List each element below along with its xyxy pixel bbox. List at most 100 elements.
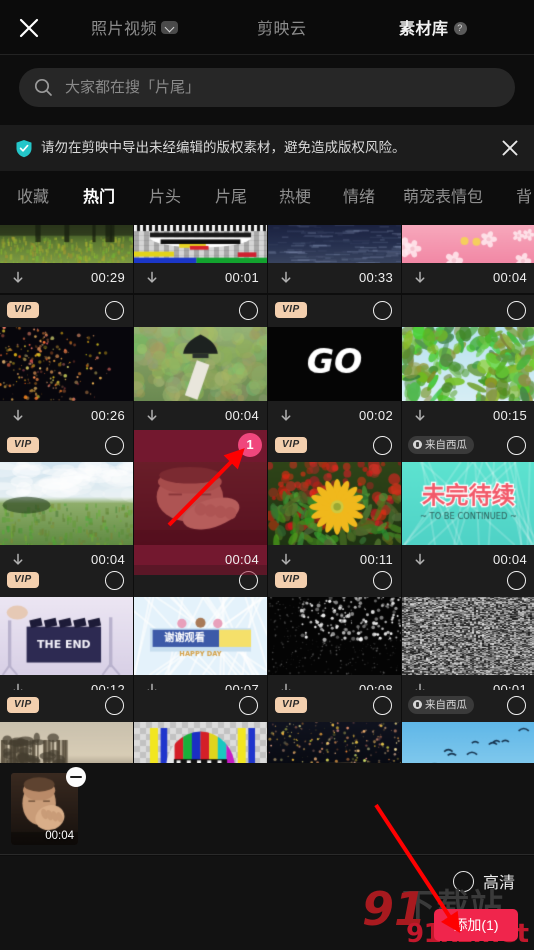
- category-tab-bar[interactable]: 收藏 热门 片头 片尾 热梗 情绪 萌宠表情包 背: [0, 171, 534, 225]
- material-cell[interactable]: VIP 00:11: [268, 430, 401, 575]
- cell-thumbnail[interactable]: [134, 225, 267, 263]
- cell-thumbnail[interactable]: [0, 327, 133, 401]
- material-cell[interactable]: VIP: [268, 690, 401, 763]
- cell-thumbnail[interactable]: [134, 597, 267, 675]
- duration-label: 00:26: [91, 407, 125, 424]
- category-tab-4[interactable]: 热梗: [279, 171, 311, 225]
- cell-thumbnail[interactable]: [0, 722, 133, 763]
- material-cell[interactable]: VIP 00:02: [268, 295, 401, 431]
- search-icon: [34, 78, 53, 102]
- select-checkbox[interactable]: [373, 571, 392, 590]
- download-icon[interactable]: [278, 270, 294, 286]
- material-cell[interactable]: 00:01: [134, 225, 267, 293]
- select-checkbox[interactable]: [507, 301, 526, 320]
- cell-thumbnail[interactable]: [402, 327, 534, 401]
- close-icon[interactable]: [14, 13, 44, 43]
- cell-thumbnail[interactable]: [268, 722, 401, 763]
- cell-thumbnail[interactable]: [268, 597, 401, 675]
- select-checkbox[interactable]: [239, 301, 258, 320]
- download-icon[interactable]: [10, 270, 26, 286]
- cell-thumbnail[interactable]: [0, 225, 133, 263]
- download-icon[interactable]: [278, 408, 294, 424]
- material-cell[interactable]: 来自西瓜 00:04: [402, 430, 534, 575]
- select-checkbox[interactable]: [507, 696, 526, 715]
- material-cell[interactable]: 00:04 1: [134, 430, 267, 575]
- cell-header: VIP: [0, 295, 133, 327]
- select-checkbox[interactable]: [105, 301, 124, 320]
- category-tab-5[interactable]: 情绪: [343, 171, 375, 225]
- select-checkbox[interactable]: [373, 696, 392, 715]
- cell-thumbnail[interactable]: [0, 462, 133, 545]
- material-cell[interactable]: VIP: [0, 690, 133, 763]
- cell-thumbnail[interactable]: [134, 722, 267, 763]
- cell-header: 来自西瓜: [402, 430, 534, 462]
- vip-badge: VIP: [275, 572, 307, 588]
- cell-thumbnail[interactable]: [134, 327, 267, 401]
- duration-label: 00:04: [225, 407, 259, 424]
- category-tab-1[interactable]: 热门: [83, 171, 115, 225]
- cell-thumbnail[interactable]: [402, 597, 534, 675]
- material-cell[interactable]: 来自西瓜: [402, 690, 534, 763]
- select-checkbox[interactable]: [105, 436, 124, 455]
- cell-thumbnail[interactable]: [134, 462, 267, 545]
- material-cell[interactable]: 00:01: [402, 565, 534, 705]
- cell-thumbnail[interactable]: [268, 327, 401, 401]
- download-icon[interactable]: [144, 408, 160, 424]
- material-cell[interactable]: VIP00:12: [0, 565, 133, 705]
- tab-material-library[interactable]: 素材库?: [399, 15, 467, 39]
- select-checkbox[interactable]: [507, 571, 526, 590]
- category-tab-3[interactable]: 片尾: [215, 171, 247, 225]
- download-icon[interactable]: [10, 408, 26, 424]
- category-tab-7[interactable]: 背: [516, 171, 532, 225]
- category-tab-label: 热梗: [279, 189, 311, 206]
- help-icon[interactable]: ?: [454, 22, 467, 35]
- material-grid[interactable]: 00:29 00:01 00:33 00:04 VIP 00:26 00:04 VIP 00:0…: [0, 225, 534, 763]
- material-cell[interactable]: 00:04: [402, 225, 534, 293]
- chevron-down-icon[interactable]: [161, 21, 178, 34]
- select-checkbox[interactable]: [239, 696, 258, 715]
- hd-toggle[interactable]: 高清: [453, 869, 515, 893]
- select-checkbox[interactable]: [239, 571, 258, 590]
- cell-thumbnail[interactable]: [402, 462, 534, 545]
- material-cell[interactable]: 00:29: [0, 225, 133, 293]
- hd-radio-icon[interactable]: [453, 871, 474, 892]
- cell-thumbnail[interactable]: [268, 225, 401, 263]
- category-tab-2[interactable]: 片头: [149, 171, 181, 225]
- material-cell[interactable]: VIP00:08: [268, 565, 401, 705]
- add-button[interactable]: 添加(1): [434, 909, 518, 941]
- material-cell[interactable]: 00:15: [402, 295, 534, 431]
- cell-footer: 00:26: [0, 401, 133, 431]
- banner-close-icon[interactable]: [499, 137, 521, 159]
- select-checkbox[interactable]: [105, 571, 124, 590]
- category-tab-0[interactable]: 收藏: [17, 171, 49, 225]
- tab-cloud[interactable]: 剪映云: [257, 15, 307, 39]
- tray-item[interactable]: 00:04: [11, 773, 78, 845]
- cell-thumbnail[interactable]: [268, 462, 401, 545]
- copyright-banner-text: 请勿在剪映中导出未经编辑的版权素材，避免造成版权风险。: [41, 139, 406, 157]
- category-tab-6[interactable]: 萌宠表情包: [403, 171, 483, 225]
- minus-circle-icon[interactable]: [66, 767, 86, 787]
- material-cell[interactable]: VIP 00:04: [0, 430, 133, 575]
- bottom-action-bar: 高清 添加(1): [0, 856, 534, 950]
- download-icon[interactable]: [144, 270, 160, 286]
- select-checkbox[interactable]: [373, 301, 392, 320]
- top-bar: 照片视频 剪映云 素材库?: [0, 0, 534, 55]
- material-cell[interactable]: 00:04: [134, 295, 267, 431]
- cell-header: VIP: [268, 565, 401, 597]
- cell-thumbnail[interactable]: [402, 225, 534, 263]
- material-cell[interactable]: [134, 690, 267, 763]
- duration-label: 00:02: [359, 407, 393, 424]
- material-cell[interactable]: VIP 00:26: [0, 295, 133, 431]
- material-cell[interactable]: 00:33: [268, 225, 401, 293]
- select-checkbox[interactable]: [105, 696, 124, 715]
- download-icon[interactable]: [412, 270, 428, 286]
- cell-thumbnail[interactable]: [402, 722, 534, 763]
- select-checkbox[interactable]: [373, 436, 392, 455]
- cell-thumbnail[interactable]: [0, 597, 133, 675]
- search-input[interactable]: 大家都在搜「片尾」: [19, 68, 515, 107]
- cell-header: VIP: [0, 430, 133, 462]
- select-checkbox[interactable]: [507, 436, 526, 455]
- tab-photo-video[interactable]: 照片视频: [91, 15, 178, 39]
- material-cell[interactable]: 00:07: [134, 565, 267, 705]
- download-icon[interactable]: [412, 408, 428, 424]
